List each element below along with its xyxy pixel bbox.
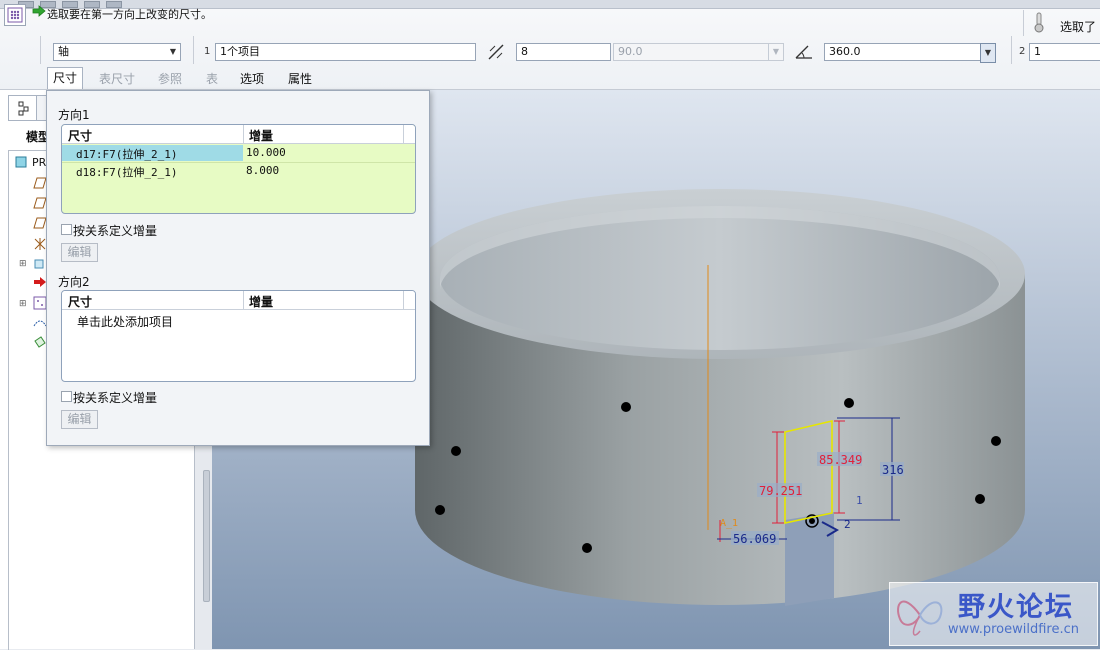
dir1-number: 1 (204, 46, 210, 57)
tab-properties[interactable]: 属性 (288, 70, 312, 87)
chevron-down-icon[interactable]: ▼ (980, 43, 996, 63)
row-increment[interactable]: 10.000 (246, 146, 286, 159)
angle-spacing-value: 90.0 (618, 45, 643, 58)
divider (1011, 36, 1012, 64)
tab-options[interactable]: 选项 (240, 70, 264, 87)
col-dimension: 尺寸 (68, 293, 92, 310)
tab-dimensions[interactable]: 尺寸 (47, 67, 83, 89)
butterfly-logo-icon (892, 585, 948, 643)
dimensions-panel: 方向1 尺寸 增量 d17:F7(拉伸_2_1) 10.000 d18:F7(拉… (46, 90, 430, 446)
feature-icon[interactable] (33, 335, 47, 352)
axis-label: A_1 (720, 518, 738, 529)
dir1-title: 方向1 (58, 106, 90, 123)
tree-root-label[interactable]: PR (32, 156, 46, 169)
dim-56[interactable]: 56.069 (733, 532, 776, 546)
col-increment: 增量 (249, 127, 273, 144)
tab-model-tree[interactable] (8, 95, 38, 121)
dir1-items-field[interactable]: 1个项目 (215, 43, 476, 61)
divider (1023, 10, 1024, 36)
dir1-items-value: 1个项目 (220, 45, 260, 58)
grid-toggle-icon[interactable] (4, 4, 26, 26)
feature-icon[interactable] (33, 256, 47, 273)
arrow-right-icon (32, 5, 46, 20)
dir1-relation-label: 按关系定义增量 (73, 222, 157, 239)
dim-1: 1 (856, 494, 863, 507)
dir1-edit-button: 编辑 (61, 243, 98, 262)
count1-value: 8 (521, 45, 528, 58)
dim-2: 2 (844, 518, 851, 531)
dim-85[interactable]: 85.349 (819, 453, 862, 467)
row-dimension: d17:F7(拉伸_2_1) (76, 146, 177, 162)
datum-plane-icon[interactable] (33, 197, 47, 212)
count-icon (487, 43, 505, 64)
tab-table: 表 (206, 70, 218, 87)
col-increment: 增量 (249, 293, 273, 310)
angle-range-icon (794, 43, 814, 64)
add-item-hint[interactable]: 单击此处添加项目 (77, 313, 173, 330)
tab-table-dimensions: 表尺寸 (99, 70, 135, 87)
dir1-dimension-table[interactable]: 尺寸 增量 d17:F7(拉伸_2_1) 10.000 d18:F7(拉伸_2_… (61, 124, 416, 214)
chevron-down-icon: ▼ (166, 44, 180, 60)
part-icon (15, 156, 27, 171)
col-dimension: 尺寸 (68, 127, 92, 144)
table-row[interactable]: d17:F7(拉伸_2_1) 10.000 (62, 145, 415, 161)
selected-status: 选取了 (1060, 18, 1096, 35)
dim-79[interactable]: 79.251 (759, 484, 802, 498)
angle-spacing-input: 90.0 ▼ (613, 43, 784, 61)
prompt-message: 选取要在第一方向上改变的尺寸。 (47, 6, 212, 22)
table-row[interactable]: d18:F7(拉伸_2_1) 8.000 (62, 162, 415, 179)
table-header: 尺寸 增量 (62, 125, 415, 144)
chevron-down-icon: ▼ (768, 44, 783, 60)
datum-plane-icon[interactable] (33, 177, 47, 192)
angle-total-select[interactable]: 360.0 ▼ (824, 43, 996, 61)
count2-input[interactable]: 1 (1029, 43, 1100, 61)
dir2-number: 2 (1019, 46, 1025, 57)
row-dimension: d18:F7(拉伸_2_1) (76, 164, 177, 180)
watermark-url: www.proewildfire.cn (948, 622, 1079, 637)
count1-input[interactable]: 8 (516, 43, 611, 61)
pattern-type-select[interactable]: 轴 ▼ (53, 43, 181, 61)
dir2-edit-button: 编辑 (61, 410, 98, 429)
sketch-icon[interactable] (33, 316, 47, 331)
csys-icon[interactable] (33, 237, 47, 254)
divider (40, 36, 41, 64)
datum-plane-icon[interactable] (33, 217, 47, 232)
pattern-type-value: 轴 (58, 45, 69, 58)
dir1-relation-checkbox[interactable] (61, 224, 72, 235)
pattern-icon[interactable] (33, 296, 47, 313)
row-increment[interactable]: 8.000 (246, 164, 279, 177)
dir2-dimension-table[interactable]: 尺寸 增量 单击此处添加项目 (61, 290, 416, 382)
dir2-relation-label: 按关系定义增量 (73, 389, 157, 406)
table-header: 尺寸 增量 (62, 291, 415, 310)
expand-icon[interactable]: ⊞ (19, 259, 27, 269)
expand-icon[interactable]: ⊞ (19, 299, 27, 309)
tab-references: 参照 (158, 70, 182, 87)
insert-arrow-icon (33, 276, 47, 291)
pin-icon[interactable] (1033, 12, 1045, 37)
dir2-relation-checkbox[interactable] (61, 391, 72, 402)
splitter-grip[interactable] (203, 470, 210, 602)
count2-value: 1 (1034, 45, 1041, 58)
dim-316[interactable]: 316 (882, 463, 904, 477)
watermark-title: 野火论坛 (958, 585, 1074, 624)
divider (193, 36, 194, 64)
angle-total-value: 360.0 (829, 45, 861, 58)
dir2-title: 方向2 (58, 273, 90, 290)
